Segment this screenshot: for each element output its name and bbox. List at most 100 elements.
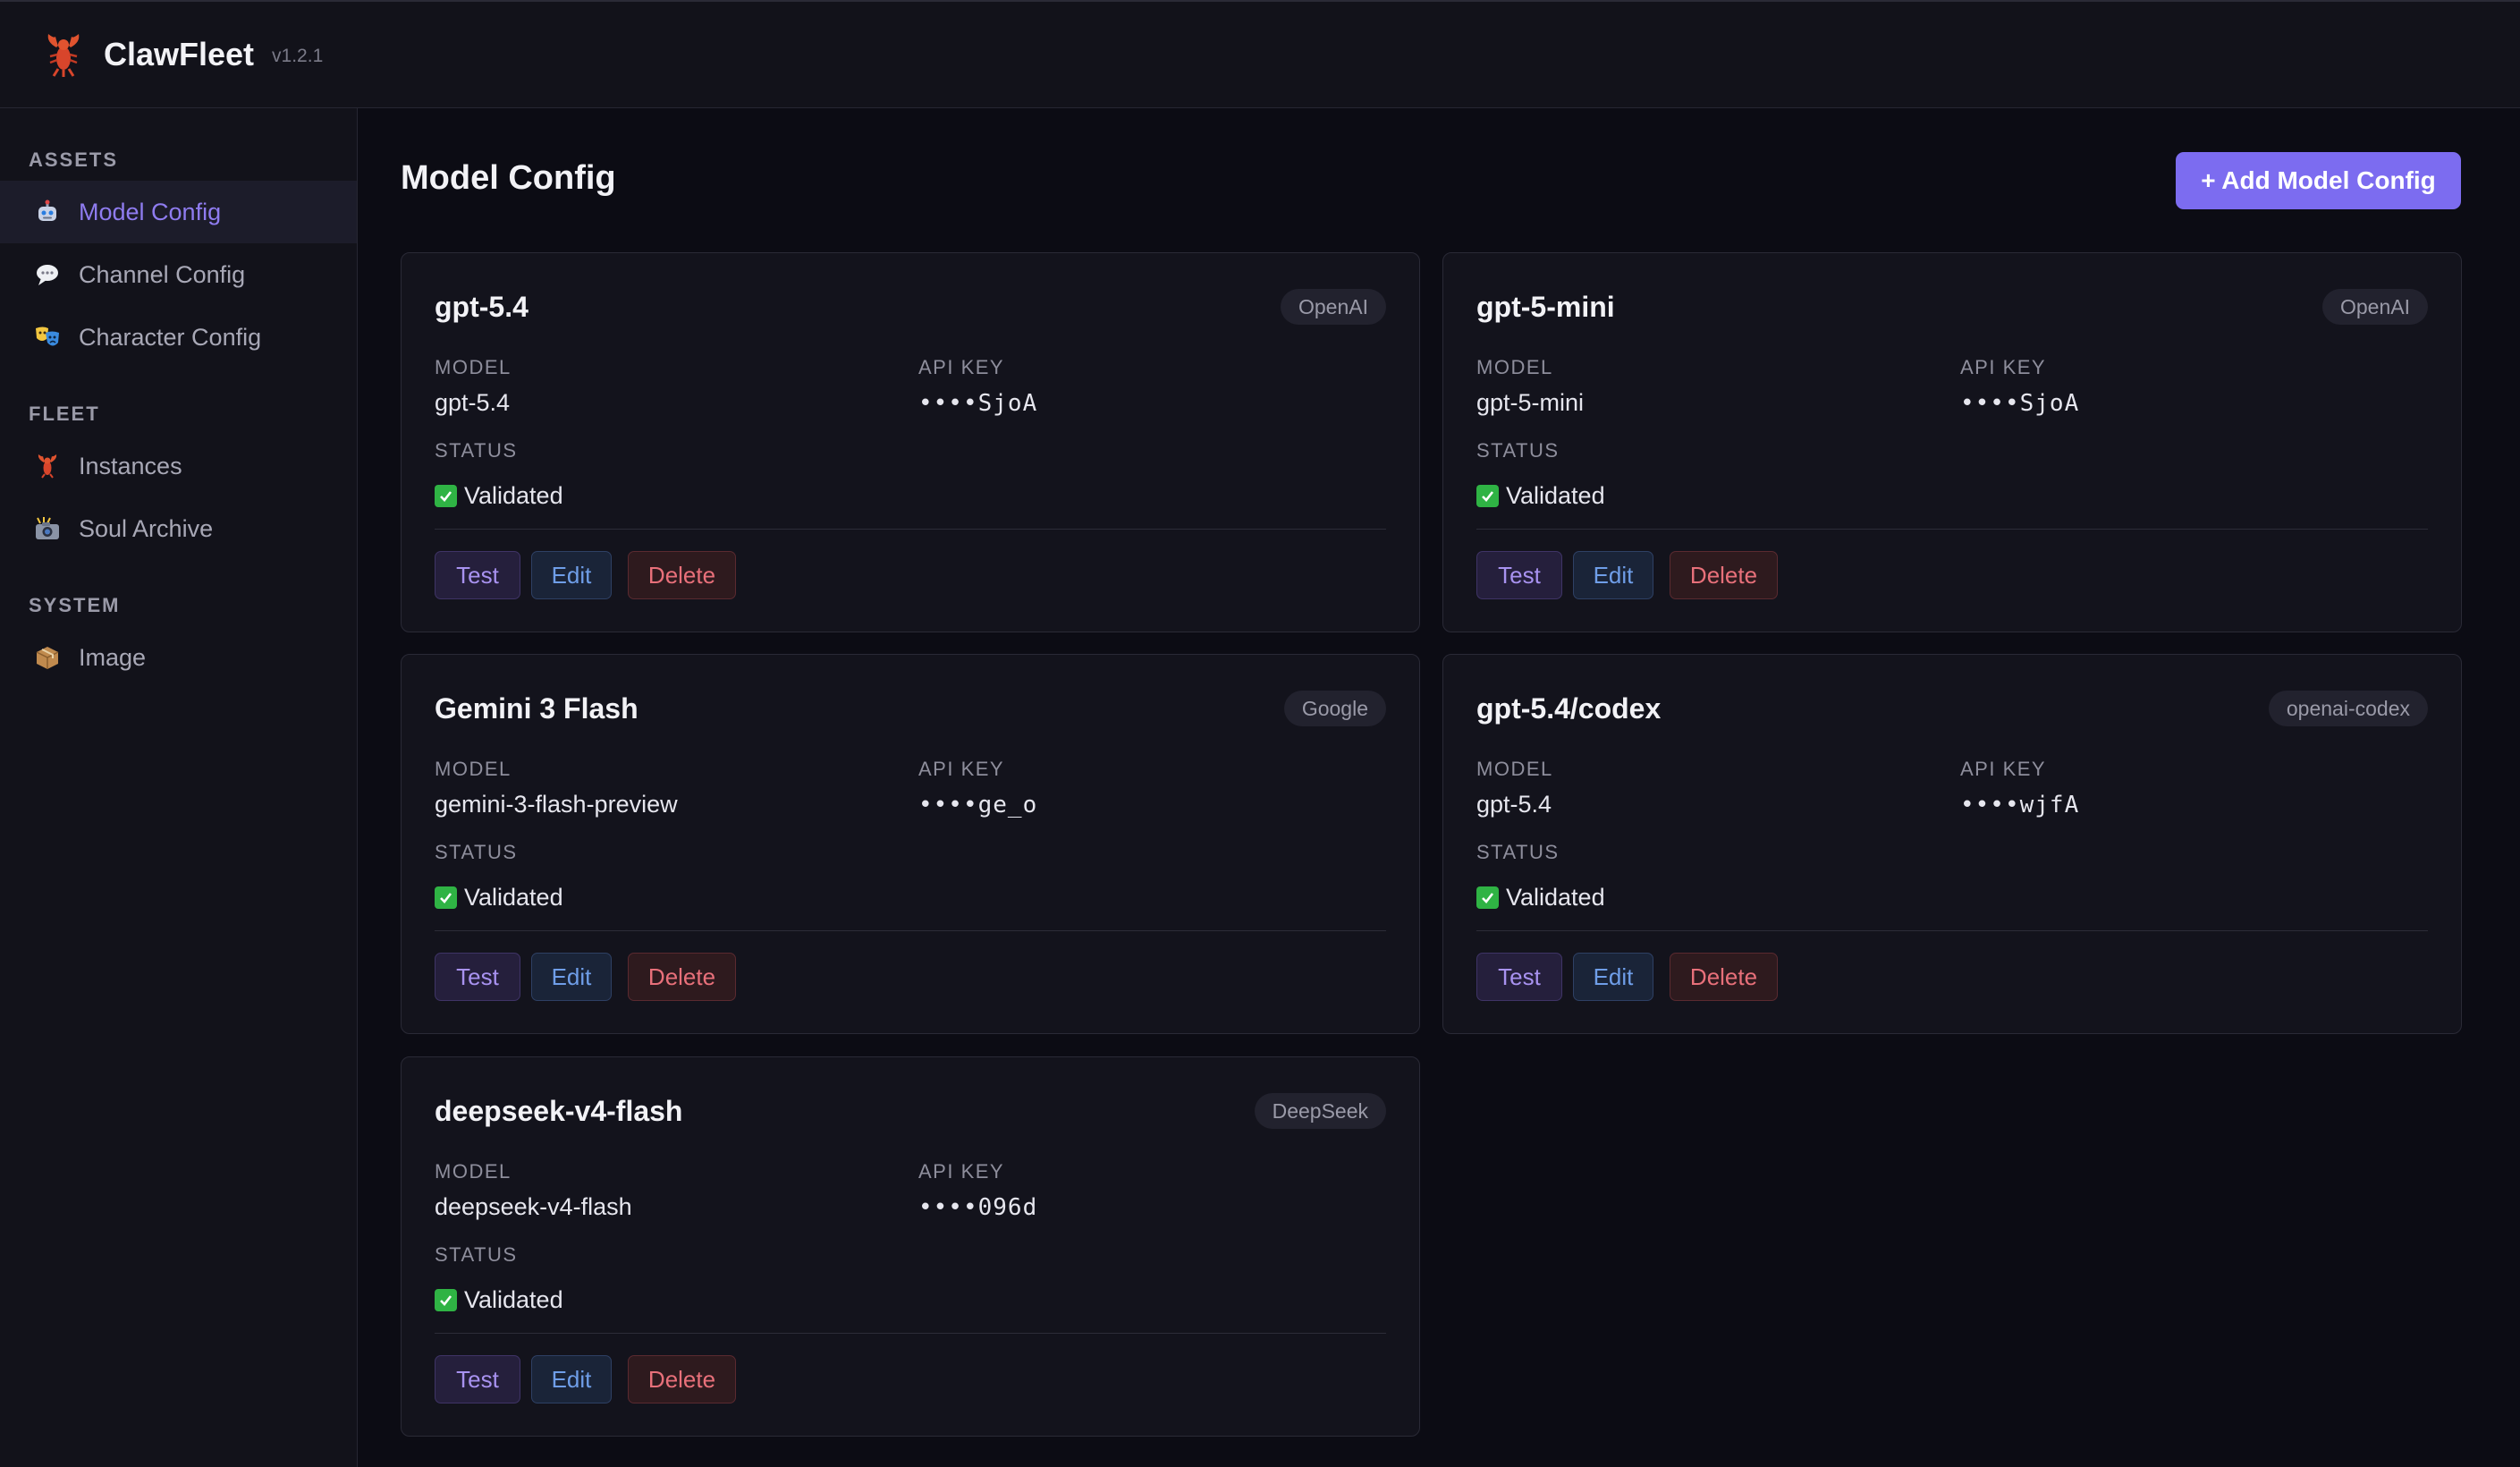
sidebar-item-label: Instances [79, 452, 182, 479]
card-title: gpt-5.4 [435, 291, 529, 323]
card-divider [1476, 529, 2428, 530]
status-text: Validated [1506, 884, 1605, 911]
sidebar-section-assets: ASSETS [29, 148, 119, 171]
check-icon [435, 886, 457, 909]
sidebar: ASSETS Model Config Channel Config Chara… [0, 108, 358, 1467]
model-label: MODEL [435, 758, 512, 780]
sidebar-section-fleet: FLEET [29, 403, 100, 425]
test-button[interactable]: Test [1476, 551, 1562, 599]
robot-icon [34, 199, 61, 225]
sidebar-item-soul-archive[interactable]: Soul Archive [0, 497, 357, 560]
app-header: ClawFleet v1.2.1 [0, 0, 2520, 108]
sidebar-item-image[interactable]: Image [0, 626, 357, 689]
camera-flash-icon [34, 515, 61, 542]
api-key-value: ••••ge_o [918, 792, 1038, 818]
model-value: gemini-3-flash-preview [435, 791, 678, 818]
status-value: Validated [1476, 482, 1605, 510]
api-key-label: API KEY [1960, 356, 2047, 378]
sidebar-item-channel-config[interactable]: Channel Config [0, 243, 357, 306]
check-icon [1476, 886, 1499, 909]
model-config-card: gpt-5.4 OpenAI MODEL gpt-5.4 API KEY •••… [401, 252, 1420, 632]
provider-badge: OpenAI [1281, 289, 1386, 325]
edit-button[interactable]: Edit [531, 953, 612, 1001]
sidebar-item-label: Character Config [79, 323, 262, 351]
model-config-card: gpt-5.4/codex openai-codex MODEL gpt-5.4… [1442, 654, 2462, 1034]
sidebar-item-label: Image [79, 643, 147, 671]
card-divider [435, 1333, 1386, 1334]
edit-button[interactable]: Edit [531, 1355, 612, 1403]
status-value: Validated [435, 1286, 563, 1314]
test-button[interactable]: Test [1476, 953, 1562, 1001]
test-button[interactable]: Test [435, 1355, 520, 1403]
edit-button[interactable]: Edit [1573, 953, 1653, 1001]
sidebar-item-character-config[interactable]: Character Config [0, 306, 357, 369]
model-label: MODEL [1476, 356, 1553, 378]
api-key-value: ••••SjoA [1960, 390, 2080, 417]
page-title: Model Config [401, 159, 616, 197]
status-text: Validated [1506, 482, 1605, 509]
card-title: Gemini 3 Flash [435, 692, 638, 725]
delete-button[interactable]: Delete [628, 551, 736, 599]
delete-button[interactable]: Delete [1670, 551, 1778, 599]
status-value: Validated [435, 884, 563, 912]
status-text: Validated [464, 884, 563, 911]
sidebar-item-label: Model Config [79, 198, 222, 225]
model-value: deepseek-v4-flash [435, 1193, 632, 1220]
provider-badge: Google [1283, 691, 1386, 726]
test-button[interactable]: Test [435, 953, 520, 1001]
status-label: STATUS [435, 841, 518, 863]
status-label: STATUS [435, 439, 518, 462]
speech-bubble-icon [34, 261, 61, 288]
model-value: gpt-5.4 [435, 389, 511, 416]
sidebar-item-label: Soul Archive [79, 514, 214, 542]
provider-badge: OpenAI [2322, 289, 2428, 325]
check-icon [435, 1289, 457, 1311]
lobster-icon [43, 31, 84, 78]
sidebar-item-model-config[interactable]: Model Config [0, 181, 357, 243]
api-key-label: API KEY [1960, 758, 2047, 780]
api-key-value: ••••096d [918, 1194, 1038, 1221]
model-config-card: deepseek-v4-flash DeepSeek MODEL deepsee… [401, 1056, 1420, 1437]
card-title: gpt-5.4/codex [1476, 692, 1662, 725]
model-label: MODEL [1476, 758, 1553, 780]
status-value: Validated [435, 482, 563, 510]
edit-button[interactable]: Edit [531, 551, 612, 599]
status-value: Validated [1476, 884, 1605, 912]
card-title: gpt-5-mini [1476, 291, 1615, 323]
model-label: MODEL [435, 356, 512, 378]
sidebar-item-instances[interactable]: Instances [0, 435, 357, 497]
provider-badge: DeepSeek [1254, 1093, 1386, 1129]
status-text: Validated [464, 1286, 563, 1313]
status-label: STATUS [1476, 841, 1560, 863]
theater-masks-icon [34, 324, 61, 351]
api-key-value: ••••wjfA [1960, 792, 2080, 818]
api-key-label: API KEY [918, 1160, 1005, 1183]
model-value: gpt-5.4 [1476, 791, 1552, 818]
api-key-label: API KEY [918, 758, 1005, 780]
provider-badge: openai-codex [2268, 691, 2428, 726]
card-title: deepseek-v4-flash [435, 1095, 683, 1127]
sidebar-section-system: SYSTEM [29, 594, 121, 616]
api-key-value: ••••SjoA [918, 390, 1038, 417]
status-label: STATUS [1476, 439, 1560, 462]
check-icon [435, 485, 457, 507]
model-value: gpt-5-mini [1476, 389, 1585, 416]
sidebar-item-label: Channel Config [79, 260, 246, 288]
model-config-card: Gemini 3 Flash Google MODEL gemini-3-fla… [401, 654, 1420, 1034]
lobster-icon [34, 453, 61, 479]
app-version: v1.2.1 [272, 46, 324, 66]
test-button[interactable]: Test [435, 551, 520, 599]
package-icon [34, 644, 61, 671]
model-label: MODEL [435, 1160, 512, 1183]
delete-button[interactable]: Delete [628, 953, 736, 1001]
edit-button[interactable]: Edit [1573, 551, 1653, 599]
status-label: STATUS [435, 1243, 518, 1266]
status-text: Validated [464, 482, 563, 509]
card-divider [435, 930, 1386, 931]
delete-button[interactable]: Delete [1670, 953, 1778, 1001]
add-model-config-button[interactable]: + Add Model Config [2176, 152, 2461, 209]
card-divider [1476, 930, 2428, 931]
card-divider [435, 529, 1386, 530]
delete-button[interactable]: Delete [628, 1355, 736, 1403]
app-title: ClawFleet [104, 36, 255, 72]
